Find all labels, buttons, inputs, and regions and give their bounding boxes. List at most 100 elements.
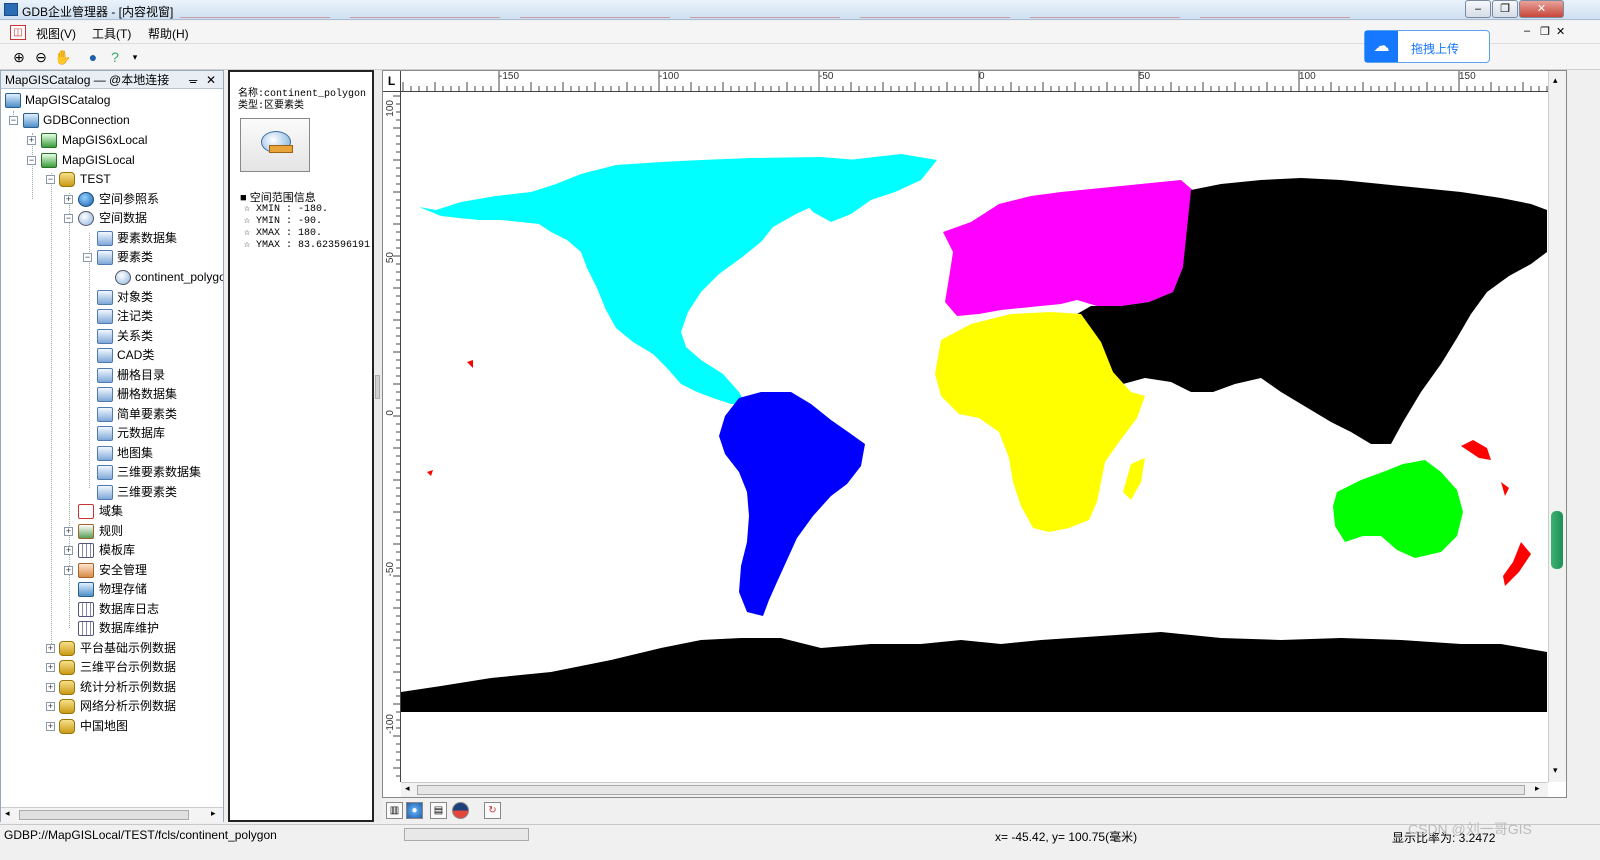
folder-icon: [97, 290, 113, 305]
top-tick-label: 50: [1139, 71, 1151, 82]
ruler-corner[interactable]: L: [383, 71, 401, 92]
folder-icon: [97, 485, 113, 500]
menu-tools[interactable]: 工具(T): [92, 25, 131, 42]
folder-icon: [97, 407, 113, 422]
expand-icon[interactable]: +: [46, 644, 55, 653]
upload-label: 拖拽上传: [1411, 42, 1460, 56]
scroll-down-icon[interactable]: ▾: [1553, 765, 1558, 776]
menu-help[interactable]: 帮助(H): [148, 25, 189, 42]
splitter-grip[interactable]: [375, 375, 380, 399]
expand-icon[interactable]: +: [64, 546, 73, 555]
table-view-icon[interactable]: ▤: [430, 802, 447, 819]
progress-bar: [404, 828, 529, 841]
madagascar: [1123, 458, 1145, 500]
hscroll-thumb[interactable]: [417, 785, 1525, 795]
mdi-minimize-icon[interactable]: –: [1524, 25, 1530, 37]
extent-ymin: ☆ YMIN : -90.: [244, 216, 323, 227]
database-icon: [59, 719, 75, 734]
folder-icon: [97, 387, 113, 402]
scroll-up-icon[interactable]: ▴: [1553, 75, 1558, 86]
collapse-icon[interactable]: −: [27, 156, 36, 165]
scroll-left-icon[interactable]: ◂: [5, 808, 10, 819]
connection-icon: [23, 113, 39, 128]
left-ruler-ticks: [393, 95, 401, 777]
map-hscrollbar[interactable]: ◂ ▸: [401, 782, 1548, 797]
pin-icon[interactable]: ᚚ: [189, 71, 197, 89]
close-button[interactable]: ✕: [1519, 0, 1564, 18]
scene-view-icon[interactable]: [452, 802, 469, 819]
map-view-icon[interactable]: ●: [406, 802, 423, 819]
collapse-icon[interactable]: −: [64, 214, 73, 223]
continent-europe: [943, 180, 1195, 316]
top-tick-label: -50: [819, 71, 834, 82]
collapse-icon[interactable]: −: [9, 116, 18, 125]
catalog-header-title: MapGISCatalog — @本地连接: [5, 73, 170, 87]
expand-icon[interactable]: +: [27, 136, 36, 145]
document-icon[interactable]: ◫: [10, 25, 26, 40]
extent-ymax: ☆ YMAX : 83.623596191: [244, 240, 371, 251]
server-icon: [41, 153, 57, 168]
scroll-thumb[interactable]: [19, 810, 189, 820]
toolbar-overflow-icon[interactable]: ▾: [126, 48, 144, 66]
minimize-button[interactable]: –: [1465, 0, 1491, 18]
refresh-icon[interactable]: ↻: [484, 802, 501, 819]
folder-icon: [97, 465, 113, 480]
expand-icon[interactable]: +: [64, 527, 73, 536]
collapse-icon[interactable]: −: [46, 175, 55, 184]
status-bar: GDBP://MapGISLocal/TEST/fcls/continent_p…: [0, 821, 1600, 845]
folder-icon: [97, 426, 113, 441]
collapse-icon[interactable]: −: [83, 253, 92, 262]
storage-icon: [78, 582, 94, 597]
zoom-out-icon[interactable]: ⊖: [32, 48, 50, 66]
rule-icon: [78, 524, 94, 539]
expand-icon[interactable]: +: [46, 663, 55, 672]
catalog-icon: [5, 93, 21, 108]
scroll-right-icon[interactable]: ▸: [211, 808, 216, 819]
window-title: GDB企业管理器 - [内容视窗]: [22, 5, 174, 19]
template-icon: [78, 543, 94, 558]
globe-icon[interactable]: ●: [84, 48, 102, 66]
restore-button[interactable]: ❐: [1492, 0, 1518, 18]
database-icon: [59, 172, 75, 187]
layer-type: 类型:区要素类: [238, 101, 305, 112]
pan-hand-icon[interactable]: ✋: [54, 48, 72, 66]
mdi-close-icon[interactable]: ✕: [1556, 25, 1565, 38]
expand-icon[interactable]: +: [46, 722, 55, 731]
title-bar: GDB企业管理器 - [内容视窗] – ❐ ✕: [0, 0, 1600, 20]
catalog-header: MapGISCatalog — @本地连接 ᚚ ✕: [1, 71, 223, 89]
continent-antarctica: [401, 632, 1547, 712]
globe-icon: [78, 192, 94, 207]
menu-view[interactable]: 视图(V): [36, 25, 76, 42]
menu-bar: ◫ 视图(V) 工具(T) 帮助(H) – ❐ ✕: [0, 21, 1600, 44]
layer-preview-button[interactable]: [240, 118, 310, 172]
scroll-right-icon[interactable]: ▸: [1535, 783, 1540, 794]
mdi-restore-icon[interactable]: ❐: [1540, 25, 1550, 38]
vscroll-thumb[interactable]: [1551, 511, 1563, 569]
map-vscrollbar[interactable]: ▴ ▾: [1548, 71, 1566, 782]
left-tick-label: 100: [385, 100, 396, 117]
pane-splitter[interactable]: [374, 70, 382, 822]
pane-close-icon[interactable]: ✕: [206, 71, 216, 89]
catalog-hscrollbar[interactable]: ◂ ▸: [1, 807, 223, 822]
cloud-icon: ☁: [1365, 31, 1398, 62]
map-toolbar: ▥ ● ▤ ↻: [382, 798, 1567, 822]
upload-widget[interactable]: ☁ 拖拽上传: [1364, 30, 1490, 63]
database-icon: [59, 641, 75, 656]
scroll-left-icon[interactable]: ◂: [405, 783, 410, 794]
expand-icon[interactable]: +: [64, 195, 73, 204]
top-ruler-ticks: [402, 71, 1548, 92]
expand-icon[interactable]: +: [64, 566, 73, 575]
catalog-pane: MapGISCatalog — @本地连接 ᚚ ✕ MapGISCatalog …: [0, 70, 224, 822]
status-path: GDBP://MapGISLocal/TEST/fcls/continent_p…: [4, 828, 277, 842]
top-ruler: -150 -100 -50 0 50 100 150: [383, 71, 1566, 92]
layout-view-icon[interactable]: ▥: [386, 802, 403, 819]
zoom-in-icon[interactable]: ⊕: [10, 48, 28, 66]
map-canvas[interactable]: [401, 92, 1548, 782]
expand-icon[interactable]: +: [46, 702, 55, 711]
top-tick-label: -100: [659, 71, 680, 82]
app-icon: [4, 3, 18, 16]
left-tick-label: 50: [385, 252, 396, 264]
expand-icon[interactable]: +: [46, 683, 55, 692]
extent-xmax: ☆ XMAX : 180.: [244, 228, 323, 239]
help-icon[interactable]: ?: [106, 48, 124, 66]
